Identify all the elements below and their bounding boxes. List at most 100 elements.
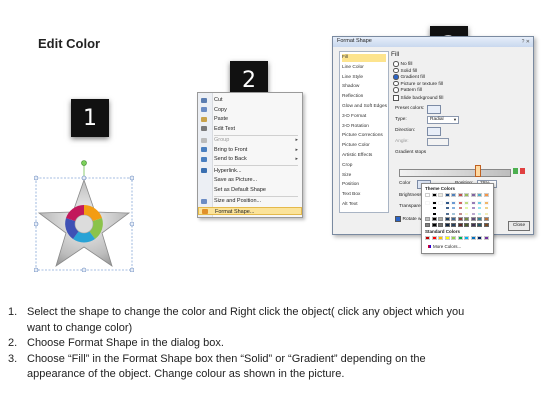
color-swatch[interactable] — [477, 222, 482, 227]
preset-colors-button[interactable] — [427, 105, 441, 114]
color-swatch[interactable] — [464, 217, 469, 221]
context-menu-item[interactable]: Send to Back ▸ — [198, 155, 302, 164]
color-swatch[interactable] — [470, 200, 476, 205]
close-button[interactable]: Close — [508, 221, 530, 231]
nav-item[interactable]: Alt Text — [342, 201, 386, 209]
context-menu-item[interactable]: Paste — [198, 115, 302, 124]
nav-item[interactable]: Artistic Effects — [342, 152, 386, 160]
color-swatch[interactable] — [451, 193, 456, 197]
selected-star-shape[interactable] — [34, 158, 134, 272]
color-swatch[interactable] — [457, 200, 463, 205]
color-swatch[interactable] — [470, 217, 476, 221]
color-swatch[interactable] — [457, 206, 463, 210]
standard-color-swatch[interactable] — [451, 236, 456, 240]
color-swatch[interactable] — [457, 222, 463, 227]
color-swatch[interactable] — [438, 200, 443, 205]
color-swatch[interactable] — [438, 217, 443, 221]
direction-button[interactable] — [427, 127, 441, 136]
angle-input[interactable] — [427, 138, 449, 146]
color-swatch[interactable] — [470, 222, 476, 227]
gradient-stop-handle[interactable] — [475, 165, 481, 177]
color-swatch[interactable] — [425, 193, 430, 197]
context-menu-item[interactable]: Edit Text — [198, 125, 302, 134]
color-swatch[interactable] — [457, 193, 463, 197]
color-swatch[interactable] — [431, 200, 437, 205]
standard-color-swatch[interactable] — [457, 236, 463, 240]
color-swatch[interactable] — [477, 206, 482, 210]
color-swatch[interactable] — [438, 206, 443, 210]
standard-color-swatch[interactable] — [477, 236, 482, 240]
nav-item[interactable]: Crop — [342, 162, 386, 170]
color-swatch[interactable] — [483, 200, 489, 205]
context-menu-item[interactable]: Set as Default Shape — [198, 186, 302, 195]
color-swatch[interactable] — [451, 200, 456, 205]
color-swatch[interactable] — [483, 222, 489, 227]
nav-item[interactable]: 3-D Format — [342, 113, 386, 121]
nav-item[interactable]: Text Box — [342, 191, 386, 199]
context-menu-item[interactable]: Cut — [198, 96, 302, 105]
nav-item[interactable]: Glow and Soft Edges — [342, 103, 387, 111]
context-menu-item[interactable]: Copy — [198, 106, 302, 115]
color-swatch[interactable] — [444, 200, 450, 205]
nav-item[interactable]: Picture Color — [342, 142, 386, 150]
context-menu-item[interactable]: Format Shape... — [198, 206, 302, 215]
remove-stop-icon[interactable] — [520, 168, 525, 174]
color-swatch[interactable] — [470, 211, 476, 216]
standard-color-swatch[interactable] — [470, 236, 476, 240]
standard-color-swatch[interactable] — [464, 236, 469, 240]
fill-option-radio[interactable]: Picture or texture fill — [393, 80, 443, 87]
color-swatch[interactable] — [444, 206, 450, 210]
color-swatch[interactable] — [438, 222, 443, 227]
color-swatch[interactable] — [438, 211, 443, 216]
color-swatch[interactable] — [483, 211, 489, 216]
fill-option-radio[interactable]: Solid fill — [393, 67, 417, 74]
color-swatch[interactable] — [425, 211, 430, 216]
standard-color-swatch[interactable] — [483, 236, 489, 240]
nav-item[interactable]: Line Style — [342, 74, 386, 82]
fill-option-radio[interactable]: No fill — [393, 61, 413, 67]
add-stop-icon[interactable] — [513, 168, 518, 174]
standard-color-swatch[interactable] — [438, 236, 443, 240]
nav-item[interactable]: Position — [342, 181, 386, 189]
color-swatch[interactable] — [451, 222, 456, 227]
color-swatch[interactable] — [451, 217, 456, 221]
color-swatch[interactable] — [431, 193, 437, 197]
color-swatch[interactable] — [438, 193, 443, 197]
color-swatch[interactable] — [477, 211, 482, 216]
color-swatch[interactable] — [483, 206, 489, 210]
nav-item[interactable]: Picture Corrections — [342, 132, 386, 140]
color-swatch[interactable] — [483, 193, 489, 197]
color-swatch[interactable] — [457, 217, 463, 221]
nav-item[interactable]: Size — [342, 172, 386, 180]
context-menu-item[interactable]: Save as Picture... — [198, 176, 302, 185]
nav-item[interactable]: 3-D Rotation — [342, 123, 386, 131]
help-close-icon[interactable]: ? ✕ — [522, 39, 530, 45]
color-swatch[interactable] — [457, 211, 463, 216]
nav-item[interactable]: Shadow — [342, 83, 386, 91]
color-swatch[interactable] — [425, 222, 430, 227]
type-select[interactable]: Radial ▼ — [427, 116, 459, 124]
standard-color-swatch[interactable] — [444, 236, 450, 240]
more-colors-link[interactable]: More Colors... — [428, 244, 461, 249]
slide-background-fill-checkbox[interactable]: Slide background fill — [393, 95, 443, 101]
fill-option-radio[interactable]: Gradient fill — [393, 74, 425, 80]
color-swatch[interactable] — [431, 211, 437, 216]
fill-option-radio[interactable]: Pattern fill — [393, 87, 422, 93]
color-swatch[interactable] — [444, 211, 450, 216]
context-menu-item[interactable]: Bring to Front ▸ — [198, 146, 302, 155]
color-swatch[interactable] — [425, 217, 430, 221]
color-swatch[interactable] — [431, 222, 437, 227]
nav-item[interactable]: Line Color — [342, 64, 386, 72]
color-swatch[interactable] — [477, 217, 482, 221]
color-swatch[interactable] — [444, 193, 450, 197]
color-swatch[interactable] — [451, 206, 456, 210]
context-menu-item[interactable]: Hyperlink... — [198, 167, 302, 176]
nav-item[interactable]: Fill — [342, 54, 386, 62]
color-swatch[interactable] — [431, 217, 437, 221]
color-swatch[interactable] — [464, 193, 469, 197]
color-swatch[interactable] — [444, 217, 450, 221]
gradient-stops-bar[interactable] — [399, 169, 511, 177]
color-swatch[interactable] — [464, 200, 469, 205]
color-swatch[interactable] — [464, 222, 469, 227]
color-swatch[interactable] — [470, 206, 476, 210]
